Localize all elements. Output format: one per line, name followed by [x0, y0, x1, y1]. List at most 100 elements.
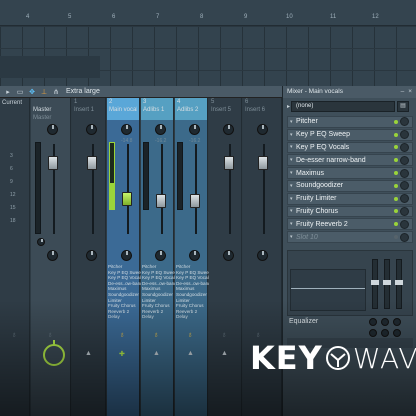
slot-led[interactable] — [394, 145, 398, 150]
sliders-icon[interactable]: ⋔ — [52, 88, 60, 96]
slot-mix-knob[interactable] — [400, 117, 409, 127]
slot-mix-knob[interactable] — [400, 142, 409, 152]
preset-select[interactable]: (none) — [291, 101, 395, 112]
strip-number: 1 — [74, 99, 78, 105]
pan-knob[interactable] — [223, 124, 234, 135]
strip-insert-1[interactable]: 1 Insert 1 ▲ — [72, 98, 106, 416]
view-mode-select[interactable]: Extra large — [66, 88, 100, 95]
panel-titlebar: Mixer - Main vocals – × — [283, 86, 416, 98]
mixer-view-icon[interactable]: ⊥ — [40, 88, 48, 96]
pan-knob[interactable] — [121, 124, 132, 135]
playlist-grid[interactable] — [0, 26, 416, 86]
slot-mix-knob[interactable] — [400, 206, 409, 216]
slot-led[interactable] — [394, 119, 398, 124]
route-arrow-icon[interactable]: ▲ — [187, 350, 194, 357]
volume-fader[interactable] — [156, 194, 166, 208]
pan-knob[interactable] — [86, 124, 97, 135]
mute-knob[interactable] — [257, 250, 268, 261]
eq-freq-knob[interactable] — [393, 318, 401, 326]
effect-slot[interactable]: ▾ Key P EQ Vocals — [287, 141, 413, 154]
route-arrow-icon[interactable]: ▲ — [221, 350, 228, 357]
mute-knob[interactable] — [86, 250, 97, 261]
volume-fader[interactable] — [48, 156, 58, 170]
preset-arrow-icon[interactable]: ▸ — [287, 103, 290, 110]
strip-header: Current — [0, 98, 29, 120]
slot-led[interactable] — [394, 132, 398, 137]
mute-knob[interactable] — [223, 250, 234, 261]
route-arrow-icon[interactable]: ▲ — [85, 350, 92, 357]
close-icon[interactable]: × — [408, 88, 412, 96]
pan-knob[interactable] — [47, 124, 58, 135]
strip-number: 5 — [211, 99, 215, 105]
eq-bw-knob[interactable] — [393, 329, 401, 337]
slot-mix-knob[interactable] — [400, 181, 409, 191]
eq-freq-knob[interactable] — [381, 318, 389, 326]
route-bulb-icon[interactable]: ♁ — [187, 330, 193, 339]
route-bulb-icon[interactable]: ♁ — [119, 330, 125, 339]
eq-band-fader[interactable] — [383, 259, 391, 309]
eq-band-fader[interactable] — [371, 259, 379, 309]
volume-fader[interactable] — [224, 156, 234, 170]
equalizer-section — [287, 250, 413, 316]
effect-slot-empty[interactable]: ▾ Slot 10 — [287, 231, 413, 243]
slot-led[interactable] — [394, 196, 398, 201]
eq-band-fader[interactable] — [395, 259, 403, 309]
link-bulb-icon[interactable]: ♁ — [11, 330, 17, 339]
strip-current[interactable]: Current 3 6 9 12 15 18 ♁ — [0, 98, 30, 416]
preset-menu-button[interactable]: ▤ — [397, 101, 409, 112]
volume-fader[interactable] — [258, 156, 268, 170]
playlist-ruler[interactable]: 4 5 6 7 8 9 10 11 12 — [0, 0, 416, 26]
effect-slot[interactable]: ▾ Fruity Chorus — [287, 205, 413, 218]
strip-adlibs-1[interactable]: 3 Adlibs 1 -16.2 Pitcher Key P EQ Sweep … — [141, 98, 177, 416]
route-arrow-icon[interactable]: ✚ — [119, 350, 125, 358]
mute-knob[interactable] — [47, 250, 58, 261]
slot-mix-knob[interactable] — [400, 130, 409, 140]
effect-slot[interactable]: ▾ Key P EQ Sweep — [287, 128, 413, 141]
eq-bw-knob[interactable] — [381, 329, 389, 337]
strip-adlibs-2[interactable]: 4 Adlibs 2 -16.2 Pitcher Key P EQ Sweep … — [175, 98, 211, 416]
slot-mix-knob[interactable] — [400, 219, 409, 229]
monitor-icon[interactable]: ▭ — [16, 88, 24, 96]
slot-mix-knob[interactable] — [400, 232, 409, 242]
pan-knob[interactable] — [257, 124, 268, 135]
eq-freq-knob[interactable] — [369, 318, 377, 326]
slot-led[interactable] — [394, 158, 398, 163]
route-bulb-icon[interactable]: ♁ — [47, 330, 53, 339]
effect-slot[interactable]: ▾ Maximus — [287, 167, 413, 179]
effect-slot[interactable]: ▾ Soundgoodizer — [287, 179, 413, 192]
route-bulb-icon[interactable]: ♁ — [153, 330, 159, 339]
strip-insert-5[interactable]: 5 Insert 5 ♁ ▲ — [209, 98, 242, 416]
strip-main-vocals[interactable]: 2 Main vocals -14.8 Pitcher Key P EQ Swe… — [107, 98, 143, 416]
layout-icon[interactable]: ✥ — [28, 88, 36, 96]
effect-slot[interactable]: ▾ Pitcher — [287, 116, 413, 128]
slot-led[interactable] — [394, 209, 398, 214]
pan-knob[interactable] — [155, 124, 166, 135]
route-bulb-icon[interactable]: ♁ — [221, 330, 227, 339]
minimize-icon[interactable]: – — [401, 88, 405, 96]
volume-fader[interactable] — [190, 194, 200, 208]
mute-knob[interactable] — [155, 250, 166, 261]
volume-fader[interactable] — [122, 192, 132, 206]
mute-knob[interactable] — [189, 250, 200, 261]
route-arrow-icon[interactable]: ▲ — [153, 350, 160, 357]
menu-arrow-icon[interactable]: ▸ — [4, 88, 12, 96]
slot-led[interactable] — [394, 183, 398, 188]
slot-mix-knob[interactable] — [400, 155, 409, 165]
slot-mix-knob[interactable] — [400, 168, 409, 178]
eq-bw-knob[interactable] — [369, 329, 377, 337]
slot-led[interactable] — [394, 171, 398, 176]
strip-name: Adlibs 2 — [177, 107, 199, 113]
effect-slot[interactable]: ▾ Fruity Limiter — [287, 192, 413, 205]
slot-led[interactable] — [394, 235, 398, 240]
mute-knob[interactable] — [121, 250, 132, 261]
strip-master[interactable]: Master Master ♁ — [31, 98, 71, 416]
effect-slot[interactable]: ▾ De-esser narrow-band — [287, 154, 413, 167]
effect-slot[interactable]: ▾ Fruity Reeverb 2 — [287, 218, 413, 231]
slot-mix-knob[interactable] — [400, 194, 409, 204]
slot-led[interactable] — [394, 222, 398, 227]
stereo-knob[interactable] — [37, 238, 45, 246]
eq-curve-display[interactable] — [290, 269, 366, 311]
volume-fader[interactable] — [87, 156, 97, 170]
pan-knob[interactable] — [189, 124, 200, 135]
fx-list-item: Soundgoodizer — [108, 291, 139, 297]
